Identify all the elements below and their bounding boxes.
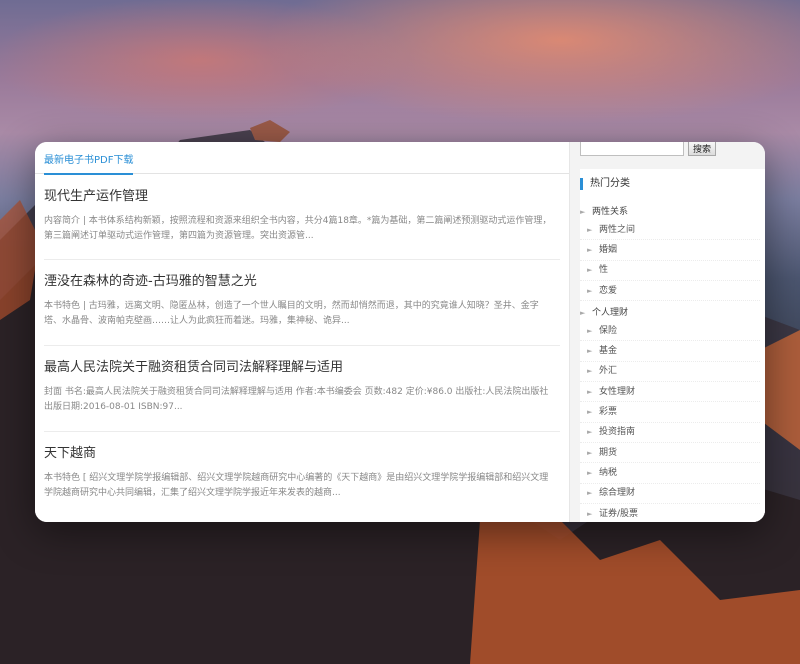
category-group: ► 两性关系 ► 两性之间 ► 婚姻 ► 性 ► 恋爱 [580, 204, 760, 302]
article-title[interactable]: 现代生产运作管理 [44, 188, 560, 206]
tab-bar: 最新电子书PDF下载 [35, 142, 569, 175]
category-item[interactable]: ► 外汇 [580, 362, 760, 383]
list-item: 天下越商 本书特色 [ 绍兴文理学院学报编辑部、绍兴文理学院越商研究中心编著的《… [44, 432, 560, 518]
list-item: 现代生产运作管理 内容简介 | 本书体系结构新颖，按照流程和资源来组织全书内容，… [44, 174, 560, 260]
list-item: 最高人民法院关于融资租赁合同司法解释理解与适用 封面 书名:最高人民法院关于融资… [44, 346, 560, 432]
chevron-right-icon: ► [587, 509, 593, 518]
category-list: ► 两性关系 ► 两性之间 ► 婚姻 ► 性 ► 恋爱 ► 个人理财 ► 保险 ► 基金 ► 外汇… [580, 204, 760, 522]
chevron-right-icon: ► [587, 225, 593, 234]
category-item[interactable]: ► 婚姻 [580, 240, 760, 261]
sidebar: 搜索 热门分类 ► 两性关系 ► 两性之间 ► 婚姻 ► 性 ► 恋爱 ► 个人理财 ► 保险… [569, 142, 765, 522]
category-item[interactable]: ► 证券/股票 [580, 504, 760, 522]
category-parent[interactable]: ► 两性关系 [580, 204, 760, 220]
main-content: 最新电子书PDF下载 现代生产运作管理 内容简介 | 本书体系结构新颖，按照流程… [35, 142, 569, 522]
category-item-label: 彩票 [599, 407, 618, 418]
category-item[interactable]: ► 女性理财 [580, 382, 760, 403]
tab-latest-ebooks[interactable]: 最新电子书PDF下载 [44, 151, 134, 175]
chevron-right-icon: ► [587, 448, 593, 457]
chevron-right-icon: ► [587, 408, 593, 417]
category-item-label: 综合理财 [599, 488, 636, 499]
search-input[interactable] [580, 142, 684, 156]
article-excerpt: 封面 书名:最高人民法院关于融资租赁合同司法解释理解与适用 作者:本书编委会 页… [44, 387, 549, 412]
category-item[interactable]: ► 期货 [580, 443, 760, 464]
list-item: 湮没在森林的奇迹-古玛雅的智慧之光 本书特色 | 古玛雅，远离文明、隐匿丛林，创… [44, 260, 560, 346]
search-bar: 搜索 [580, 142, 716, 156]
category-item-label: 投资指南 [599, 427, 636, 438]
category-item-label: 恋爱 [599, 285, 618, 296]
chevron-right-icon: ► [587, 387, 593, 396]
category-item-label: 纳税 [599, 467, 618, 478]
chevron-right-icon: ► [587, 489, 593, 498]
category-item[interactable]: ► 恋爱 [580, 281, 760, 302]
category-item[interactable]: ► 两性之间 [580, 220, 760, 241]
article-title[interactable]: 最高人民法院关于融资租赁合同司法解释理解与适用 [44, 359, 560, 377]
category-item[interactable]: ► 保险 [580, 321, 760, 342]
category-item-label: 外汇 [599, 366, 618, 377]
article-excerpt: 内容简介 | 本书体系结构新颖，按照流程和资源来组织全书内容，共分4篇18章。*… [44, 216, 552, 241]
category-item[interactable]: ► 投资指南 [580, 423, 760, 443]
article-excerpt: 本书特色 | 古玛雅，远离文明、隐匿丛林，创造了一个世人瞩目的文明，然而却悄然而… [44, 301, 539, 326]
browser-window: 最新电子书PDF下载 现代生产运作管理 内容简介 | 本书体系结构新颖，按照流程… [35, 142, 765, 522]
category-item-label: 证券/股票 [599, 508, 639, 519]
chevron-right-icon: ► [587, 245, 593, 254]
category-parent[interactable]: ► 个人理财 [580, 305, 760, 321]
category-item-label: 女性理财 [599, 386, 636, 397]
chevron-right-icon: ► [587, 367, 593, 376]
search-button[interactable]: 搜索 [688, 142, 716, 156]
chevron-right-icon: ► [587, 286, 593, 295]
article-title[interactable]: 天下越商 [44, 445, 560, 463]
category-item[interactable]: ► 综合理财 [580, 484, 760, 504]
chevron-right-icon: ► [580, 208, 586, 216]
category-item-label: 性 [599, 265, 609, 276]
article-excerpt: 本书特色 [ 绍兴文理学院学报编辑部、绍兴文理学院越商研究中心编著的《天下越商》… [44, 473, 549, 498]
category-item[interactable]: ► 基金 [580, 341, 760, 362]
chevron-right-icon: ► [587, 428, 593, 437]
article-title[interactable]: 湮没在森林的奇迹-古玛雅的智慧之光 [44, 273, 560, 291]
hot-categories-title: 热门分类 [580, 178, 630, 190]
category-item[interactable]: ► 彩票 [580, 402, 760, 423]
chevron-right-icon: ► [580, 309, 586, 318]
category-item-label: 两性之间 [599, 224, 636, 235]
category-item-label: 婚姻 [599, 244, 618, 255]
category-item-label: 期货 [599, 447, 618, 458]
category-parent-label: 个人理财 [592, 308, 629, 319]
chevron-right-icon: ► [587, 347, 593, 356]
category-item-label: 基金 [599, 346, 618, 357]
article-list: 现代生产运作管理 内容简介 | 本书体系结构新颖，按照流程和资源来组织全书内容，… [35, 174, 569, 518]
category-item[interactable]: ► 纳税 [580, 463, 760, 484]
category-item-label: 保险 [599, 325, 618, 336]
category-item[interactable]: ► 性 [580, 261, 760, 281]
chevron-right-icon: ► [587, 468, 593, 477]
chevron-right-icon: ► [587, 266, 593, 275]
chevron-right-icon: ► [587, 326, 593, 335]
category-group: ► 个人理财 ► 保险 ► 基金 ► 外汇 ► 女性理财 ► 彩票 ► 投资指南 ► 期货 ► 纳… [580, 305, 760, 522]
category-parent-label: 两性关系 [592, 207, 629, 217]
